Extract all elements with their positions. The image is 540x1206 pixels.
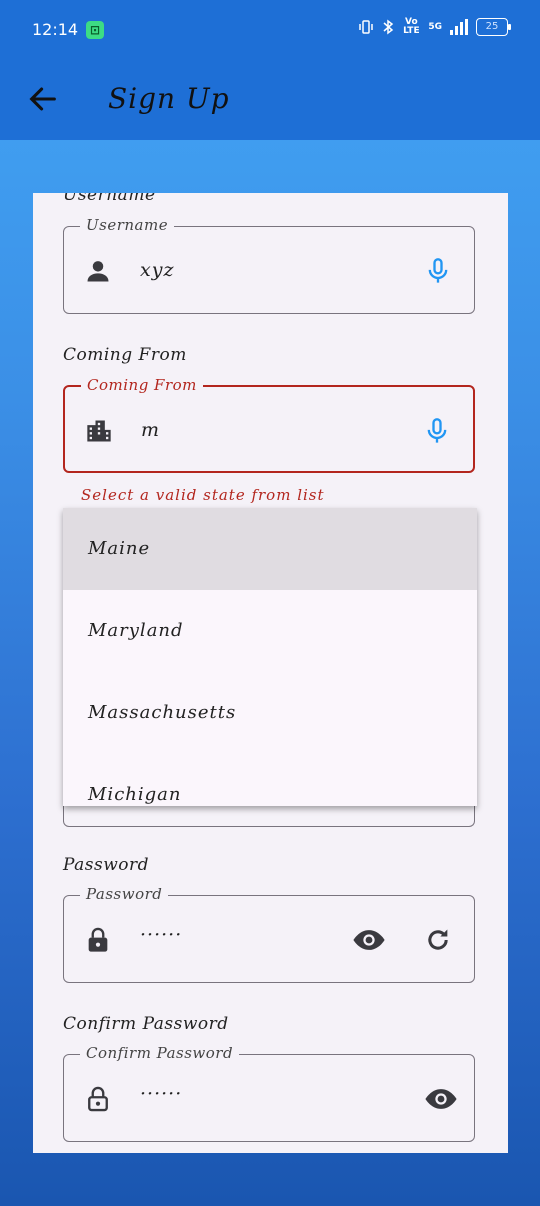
volte-label: Vo LTE	[403, 17, 420, 36]
bluetooth-icon	[383, 19, 394, 35]
network-type: 5G	[428, 22, 442, 32]
microphone-icon[interactable]	[424, 257, 452, 285]
page-title: Sign Up	[108, 82, 230, 115]
confirm-password-floating-label: Confirm Password	[80, 1044, 240, 1062]
coming-from-floating-label: Coming From	[81, 376, 203, 394]
suggestion-item[interactable]: Maine	[63, 508, 477, 590]
password-floating-label: Password	[80, 885, 169, 903]
username-section-label: Username	[63, 193, 156, 205]
battery-level: 25	[485, 21, 499, 32]
coming-from-field[interactable]: Coming From m	[63, 376, 475, 473]
microphone-icon[interactable]	[423, 417, 451, 445]
username-value: xyz	[140, 259, 175, 281]
city-icon	[87, 420, 111, 442]
status-bar: 12:14 ⊡ Vo LTE 5G 25	[0, 0, 540, 62]
eye-icon[interactable]	[352, 923, 386, 957]
lock-icon	[88, 927, 108, 952]
state-suggestions-dropdown: Maine Maryland Massachusetts Michigan	[63, 508, 477, 806]
password-field[interactable]: Password ······	[63, 885, 475, 983]
confirm-password-section-label: Confirm Password	[63, 1014, 229, 1034]
suggestion-item[interactable]: Massachusetts	[63, 672, 477, 754]
app-bar: Sign Up	[0, 62, 540, 140]
back-arrow-icon[interactable]	[26, 82, 60, 116]
confirm-password-field[interactable]: Confirm Password ······	[63, 1044, 475, 1142]
password-section-label: Password	[63, 855, 150, 875]
coming-from-section-label: Coming From	[63, 345, 187, 365]
username-floating-label: Username	[80, 216, 175, 234]
eye-icon[interactable]	[424, 1082, 458, 1116]
lock-open-icon	[88, 1086, 108, 1112]
username-field[interactable]: Username xyz	[63, 216, 475, 314]
suggestion-item[interactable]: Michigan	[63, 754, 477, 806]
vibrate-icon	[359, 20, 374, 34]
signal-icon	[450, 19, 468, 35]
coming-from-error: Select a valid state from list	[81, 486, 325, 504]
battery-icon: 25	[476, 18, 511, 36]
status-icons: Vo LTE 5G 25	[358, 17, 511, 36]
coming-from-value: m	[141, 419, 161, 441]
status-time: 12:14	[32, 20, 79, 39]
password-value: ······	[140, 924, 183, 946]
confirm-password-value: ······	[140, 1083, 183, 1105]
person-icon	[87, 261, 109, 282]
suggestion-item[interactable]: Maryland	[63, 590, 477, 672]
app-notification-icon: ⊡	[86, 21, 104, 39]
refresh-icon[interactable]	[424, 926, 452, 954]
